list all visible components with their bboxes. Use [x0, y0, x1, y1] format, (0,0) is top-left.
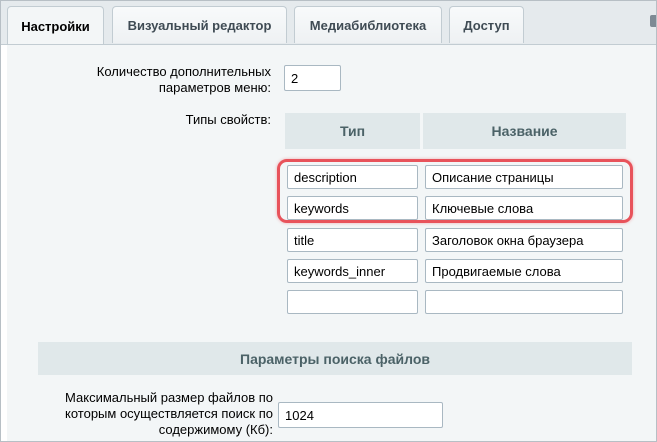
- pin-icon[interactable]: [650, 15, 656, 27]
- property-name-input[interactable]: [425, 228, 623, 252]
- settings-panel: Настройки Визуальный редактор Медиабибли…: [0, 0, 657, 442]
- tab-visual-editor[interactable]: Визуальный редактор: [112, 6, 287, 43]
- tab-settings[interactable]: Настройки: [7, 6, 104, 45]
- menu-params-label: Количество дополнительных параметров мен…: [96, 64, 271, 95]
- property-type-input[interactable]: [287, 290, 418, 314]
- highlight-annotation: [277, 159, 633, 223]
- property-name-input[interactable]: [425, 259, 623, 283]
- max-file-size-input[interactable]: [278, 402, 443, 428]
- menu-params-input[interactable]: [284, 65, 341, 91]
- property-type-input[interactable]: [287, 259, 418, 283]
- section-header-file-search: Параметры поиска файлов: [38, 342, 632, 375]
- column-header-type: Тип: [285, 113, 420, 149]
- tab-media-library[interactable]: Медиабиблиотека: [294, 6, 442, 43]
- tab-access[interactable]: Доступ: [449, 6, 524, 43]
- property-type-input[interactable]: [287, 228, 418, 252]
- property-name-input[interactable]: [425, 290, 623, 314]
- tab-bar: Настройки Визуальный редактор Медиабибли…: [1, 1, 656, 45]
- property-types-label: Типы свойств:: [185, 112, 271, 127]
- column-header-name: Название: [423, 113, 626, 149]
- max-file-size-label: Максимальный размер файлов по которым ос…: [65, 390, 273, 437]
